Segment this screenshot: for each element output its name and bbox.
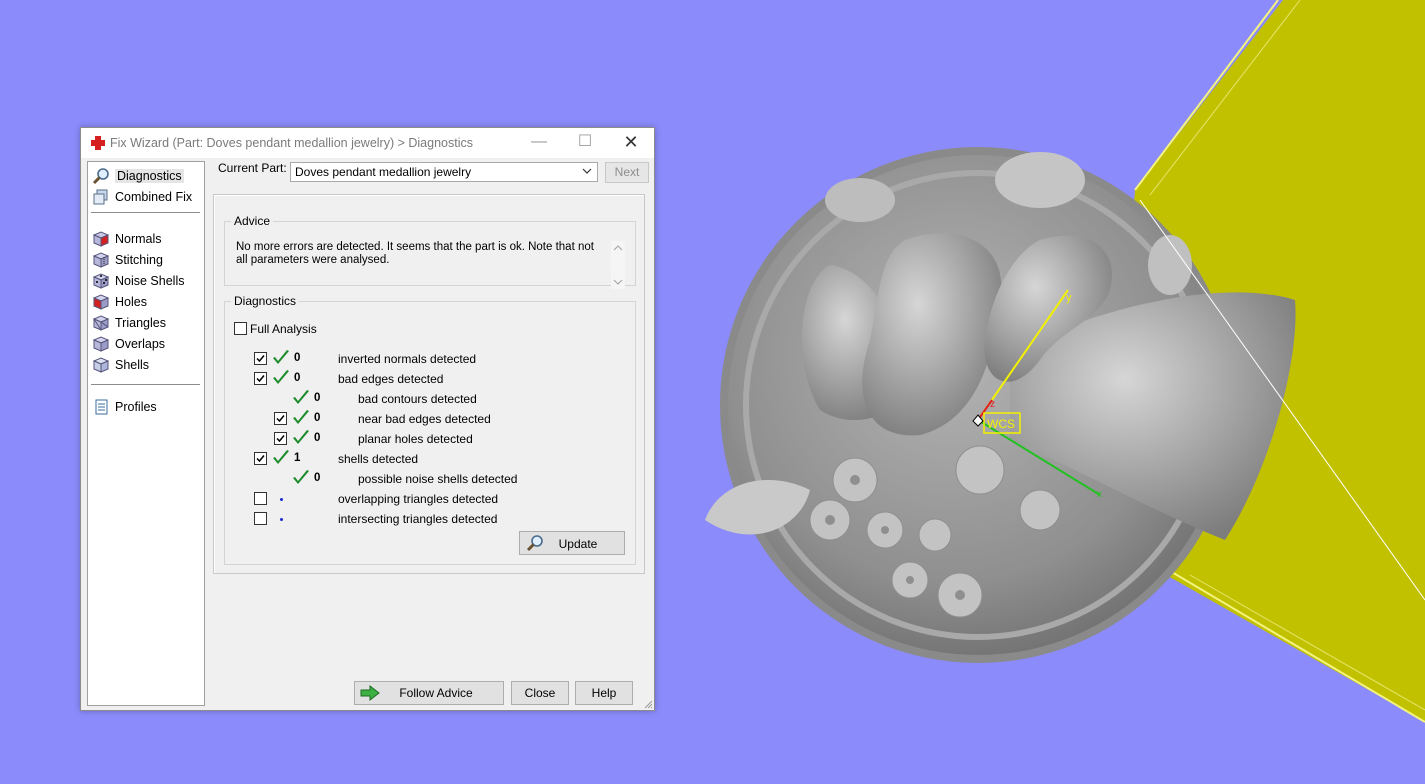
nav-item-noise-shells[interactable]: Noise Shells xyxy=(92,271,200,291)
green-check-icon xyxy=(273,370,289,384)
diagnostic-checkbox[interactable] xyxy=(254,492,267,505)
nav-item-label: Noise Shells xyxy=(115,274,185,288)
minimize-button[interactable]: — xyxy=(516,128,562,158)
nav-item-label: Shells xyxy=(115,358,150,372)
nav-item-stitching[interactable]: Stitching xyxy=(92,250,200,270)
nav-item-label: Holes xyxy=(115,295,147,309)
nav-item-holes[interactable]: Holes xyxy=(92,292,200,312)
full-analysis-label: Full Analysis xyxy=(250,322,317,336)
diagnostic-label: near bad edges detected xyxy=(358,412,491,426)
stitching-cube-icon xyxy=(92,252,110,268)
next-button[interactable]: Next xyxy=(605,162,649,183)
maximize-button[interactable]: ☐ xyxy=(562,128,608,158)
chevron-down-icon xyxy=(582,168,592,174)
nav-separator xyxy=(91,384,200,385)
diagnostic-label: intersecting triangles detected xyxy=(338,512,498,526)
diagnostic-count: 0 xyxy=(294,352,301,364)
triangles-cube-icon xyxy=(92,315,110,331)
fix-wizard-dialog: Fix Wizard (Part: Doves pendant medallio… xyxy=(80,127,655,711)
axis-x-label: x xyxy=(1097,489,1102,500)
update-label: Update xyxy=(558,537,598,551)
wizard-navigation: Diagnostics Combined Fix Normals Stitchi… xyxy=(87,161,205,706)
current-part-value: Doves pendant medallion jewelry xyxy=(295,165,472,179)
diagnostic-count: 0 xyxy=(314,392,321,404)
green-check-icon xyxy=(293,470,309,484)
green-check-icon xyxy=(293,410,309,424)
nav-separator xyxy=(91,212,200,213)
green-check-icon xyxy=(273,350,289,364)
full-analysis-checkbox[interactable] xyxy=(234,322,247,335)
current-part-dropdown[interactable]: Doves pendant medallion jewelry xyxy=(290,162,598,182)
green-check-icon xyxy=(273,450,289,464)
green-check-icon xyxy=(293,390,309,404)
nav-item-label: Overlaps xyxy=(115,337,166,351)
not-analysed-dot-icon xyxy=(280,498,283,501)
update-button[interactable]: Update xyxy=(519,531,625,555)
nav-item-overlaps[interactable]: Overlaps xyxy=(92,334,200,354)
wcs-label: WCS xyxy=(987,417,1015,431)
diagnostic-checkbox[interactable] xyxy=(254,512,267,525)
window-title: Fix Wizard (Part: Doves pendant medallio… xyxy=(110,136,473,150)
nav-item-triangles[interactable]: Triangles xyxy=(92,313,200,333)
nav-item-diagnostics[interactable]: Diagnostics xyxy=(92,166,200,186)
not-analysed-dot-icon xyxy=(280,518,283,521)
diagnostic-count: 0 xyxy=(314,432,321,444)
diagnostic-checkbox[interactable] xyxy=(254,452,267,465)
red-cross-icon xyxy=(91,136,105,150)
diagnostic-checkbox[interactable] xyxy=(274,412,287,425)
nav-item-normals[interactable]: Normals xyxy=(92,229,200,249)
nav-item-label: Triangles xyxy=(115,316,166,330)
advice-scrollbar[interactable] xyxy=(611,241,625,289)
green-check-icon xyxy=(293,430,309,444)
diagnostic-count: 0 xyxy=(314,412,321,424)
diagnostic-label: bad contours detected xyxy=(358,392,477,406)
diagnostic-checkbox[interactable] xyxy=(254,372,267,385)
overlaps-icon xyxy=(92,336,110,352)
noise-shells-icon xyxy=(92,273,110,289)
diagnostic-count: 0 xyxy=(314,472,321,484)
follow-advice-button[interactable]: Follow Advice xyxy=(354,681,504,705)
nav-item-profiles[interactable]: Profiles xyxy=(92,397,200,417)
axis-z-label: z xyxy=(990,399,995,410)
diagnostic-label: shells detected xyxy=(338,452,419,466)
combined-fix-icon xyxy=(93,189,108,205)
normals-cube-icon xyxy=(92,231,110,247)
diagnostic-label: bad edges detected xyxy=(338,372,444,386)
diagnostic-checkbox[interactable] xyxy=(254,352,267,365)
magnifier-icon xyxy=(92,168,109,185)
diagnostics-group: Diagnostics Full Analysis 0 inverted nor… xyxy=(224,294,636,565)
diagnostic-label: planar holes detected xyxy=(358,432,473,446)
diagnostics-panel: Advice No more errors are detected. It s… xyxy=(213,194,645,574)
nav-item-label: Normals xyxy=(115,232,162,246)
shells-icon xyxy=(92,357,110,373)
nav-item-label: Diagnostics xyxy=(115,169,184,183)
nav-item-label: Stitching xyxy=(115,253,163,267)
nav-item-label: Profiles xyxy=(115,400,157,414)
advice-legend: Advice xyxy=(234,214,271,228)
advice-text: No more errors are detected. It seems th… xyxy=(236,241,594,266)
advice-group: Advice No more errors are detected. It s… xyxy=(224,214,636,289)
axis-y-label: y xyxy=(1066,292,1072,304)
diagnostic-checkbox[interactable] xyxy=(274,432,287,445)
diagnostic-label: overlapping triangles detected xyxy=(338,492,499,506)
diagnostic-label: inverted normals detected xyxy=(338,352,477,366)
close-button[interactable]: Close xyxy=(511,681,569,705)
help-button[interactable]: Help xyxy=(575,681,633,705)
diagnostic-count: 1 xyxy=(294,452,301,464)
current-part-label: Current Part: xyxy=(218,161,287,175)
profiles-document-icon xyxy=(95,399,108,415)
nav-item-shells[interactable]: Shells xyxy=(92,355,200,375)
nav-item-label: Combined Fix xyxy=(115,190,193,204)
holes-cube-icon xyxy=(92,294,110,310)
diagnostics-legend: Diagnostics xyxy=(234,294,297,308)
resize-grip-icon[interactable] xyxy=(643,699,653,709)
close-window-button[interactable]: ✕ xyxy=(608,128,654,158)
diagnostic-count: 0 xyxy=(294,372,301,384)
follow-advice-label: Follow Advice xyxy=(399,686,473,700)
title-bar[interactable]: Fix Wizard (Part: Doves pendant medallio… xyxy=(81,128,654,158)
diagnostic-label: possible noise shells detected xyxy=(358,472,518,486)
nav-item-combined-fix[interactable]: Combined Fix xyxy=(92,187,200,207)
